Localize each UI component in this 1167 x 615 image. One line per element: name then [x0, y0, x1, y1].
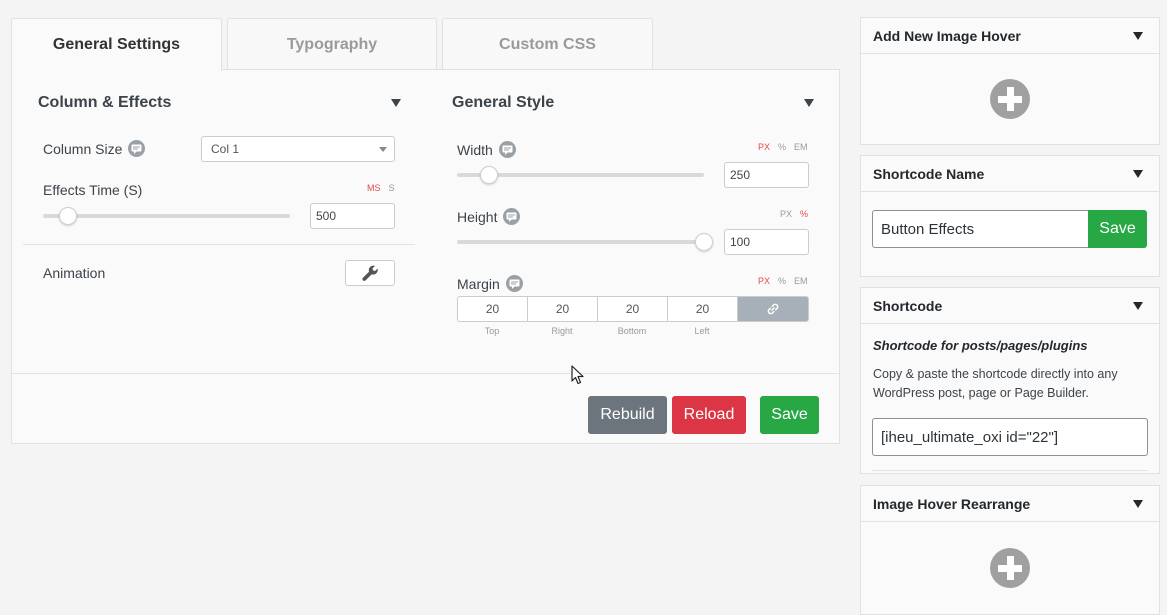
unit-percent[interactable]: %	[778, 142, 786, 152]
chevron-down-icon	[379, 147, 387, 152]
width-units: PX % EM	[758, 142, 808, 152]
width-label: Width	[457, 141, 516, 158]
add-new-image-hover-box: Add New Image Hover	[860, 17, 1160, 145]
unit-s[interactable]: S	[389, 183, 395, 193]
save-button[interactable]: Save	[760, 396, 819, 434]
tab-general-settings[interactable]: General Settings	[11, 18, 222, 71]
help-icon[interactable]	[128, 140, 146, 157]
general-settings-panel: Column & Effects Column Size Col 1 Effec…	[11, 69, 840, 444]
animation-settings-button[interactable]	[345, 260, 395, 286]
divider	[23, 244, 415, 245]
shortcode-name-save-button[interactable]: Save	[1088, 210, 1147, 248]
footer-divider	[12, 373, 839, 374]
animation-label: Animation	[43, 265, 105, 281]
animation-label-text: Animation	[43, 265, 106, 281]
unit-percent[interactable]: %	[800, 209, 808, 219]
margin-bottom-label: Bottom	[617, 326, 647, 336]
collapse-icon[interactable]	[1133, 302, 1143, 310]
slider-handle[interactable]	[480, 166, 499, 184]
height-input[interactable]: 100	[724, 229, 809, 255]
image-hover-rearrange-title: Image Hover Rearrange	[873, 495, 1031, 512]
column-effects-collapse-icon[interactable]	[391, 99, 401, 107]
shortcode-name-title: Shortcode Name	[873, 165, 985, 182]
height-label: Height	[457, 208, 521, 225]
slider-handle[interactable]	[695, 233, 713, 251]
margin-right-input[interactable]: 20	[528, 297, 598, 321]
height-slider[interactable]	[457, 233, 713, 251]
effects-time-units: MS S	[367, 183, 395, 193]
column-size-label-text: Column Size	[43, 140, 123, 157]
shortcode-description: Copy & paste the shortcode directly into…	[873, 367, 1118, 400]
unit-px[interactable]: PX	[758, 142, 770, 152]
tab-custom-css[interactable]: Custom CSS	[442, 18, 653, 70]
column-size-value: Col 1	[211, 142, 240, 156]
margin-inputs: 20 20 20 20	[457, 296, 809, 322]
shortcode-name-input[interactable]: Button Effects	[872, 210, 1090, 248]
effects-time-label-text: Effects Time (S)	[43, 182, 143, 198]
margin-bottom-input[interactable]: 20	[598, 297, 668, 321]
rearrange-plus-icon[interactable]	[990, 548, 1030, 588]
margin-left-input[interactable]: 20	[668, 297, 738, 321]
width-label-text: Width	[457, 141, 493, 158]
help-icon[interactable]	[498, 141, 516, 158]
margin-label-text: Margin	[457, 275, 500, 292]
collapse-icon[interactable]	[1133, 32, 1143, 40]
height-units: PX %	[780, 209, 808, 219]
column-effects-title: Column & Effects	[38, 94, 172, 111]
unit-em[interactable]: EM	[794, 142, 808, 152]
add-new-image-hover-header[interactable]: Add New Image Hover	[861, 18, 1159, 54]
margin-right-label: Right	[551, 326, 573, 336]
shortcode-header[interactable]: Shortcode	[861, 288, 1159, 324]
effects-time-label: Effects Time (S)	[43, 182, 142, 198]
wrench-icon	[361, 265, 378, 281]
tab-typography[interactable]: Typography	[227, 18, 437, 70]
add-new-plus-icon[interactable]	[990, 79, 1030, 119]
shortcode-name-box: Shortcode Name Button Effects Save	[860, 155, 1160, 277]
height-label-text: Height	[457, 208, 498, 225]
shortcode-subtitle: Shortcode for posts/pages/plugins	[873, 338, 1088, 353]
rebuild-button[interactable]: Rebuild	[588, 396, 667, 434]
collapse-icon[interactable]	[1133, 500, 1143, 508]
column-size-label: Column Size	[43, 140, 146, 157]
unit-em[interactable]: EM	[794, 276, 808, 286]
reload-button[interactable]: Reload	[672, 396, 746, 434]
add-new-image-hover-title: Add New Image Hover	[873, 27, 1021, 44]
unit-ms[interactable]: MS	[367, 183, 381, 193]
width-slider[interactable]	[457, 166, 704, 184]
unit-px[interactable]: PX	[758, 276, 770, 286]
link-icon	[767, 303, 779, 315]
shortcode-name-header[interactable]: Shortcode Name	[861, 156, 1159, 192]
width-input[interactable]: 250	[724, 162, 809, 188]
image-hover-rearrange-header[interactable]: Image Hover Rearrange	[861, 486, 1159, 522]
slider-handle[interactable]	[58, 207, 77, 225]
margin-top-label: Top	[484, 326, 500, 336]
mouse-cursor-icon	[571, 365, 584, 385]
collapse-icon[interactable]	[1133, 170, 1143, 178]
unit-px[interactable]: PX	[780, 209, 792, 219]
column-size-select[interactable]: Col 1	[201, 136, 395, 162]
divider	[872, 470, 1148, 471]
effects-time-slider[interactable]	[43, 207, 290, 225]
image-hover-rearrange-box: Image Hover Rearrange	[860, 485, 1160, 615]
margin-units: PX % EM	[758, 276, 808, 286]
general-style-title: General Style	[452, 94, 555, 111]
help-icon[interactable]	[505, 275, 523, 292]
margin-top-input[interactable]: 20	[458, 297, 528, 321]
margin-left-label: Left	[694, 326, 710, 336]
help-icon[interactable]	[503, 208, 521, 225]
general-style-collapse-icon[interactable]	[804, 99, 814, 107]
margin-label: Margin	[457, 275, 523, 292]
effects-time-input[interactable]: 500	[310, 203, 395, 229]
unit-percent[interactable]: %	[778, 276, 786, 286]
shortcode-input[interactable]: [iheu_ultimate_oxi id="22"]	[872, 418, 1148, 456]
shortcode-title: Shortcode	[873, 297, 943, 314]
shortcode-box: Shortcode Shortcode for posts/pages/plug…	[860, 287, 1160, 474]
link-values-button[interactable]	[738, 297, 808, 321]
